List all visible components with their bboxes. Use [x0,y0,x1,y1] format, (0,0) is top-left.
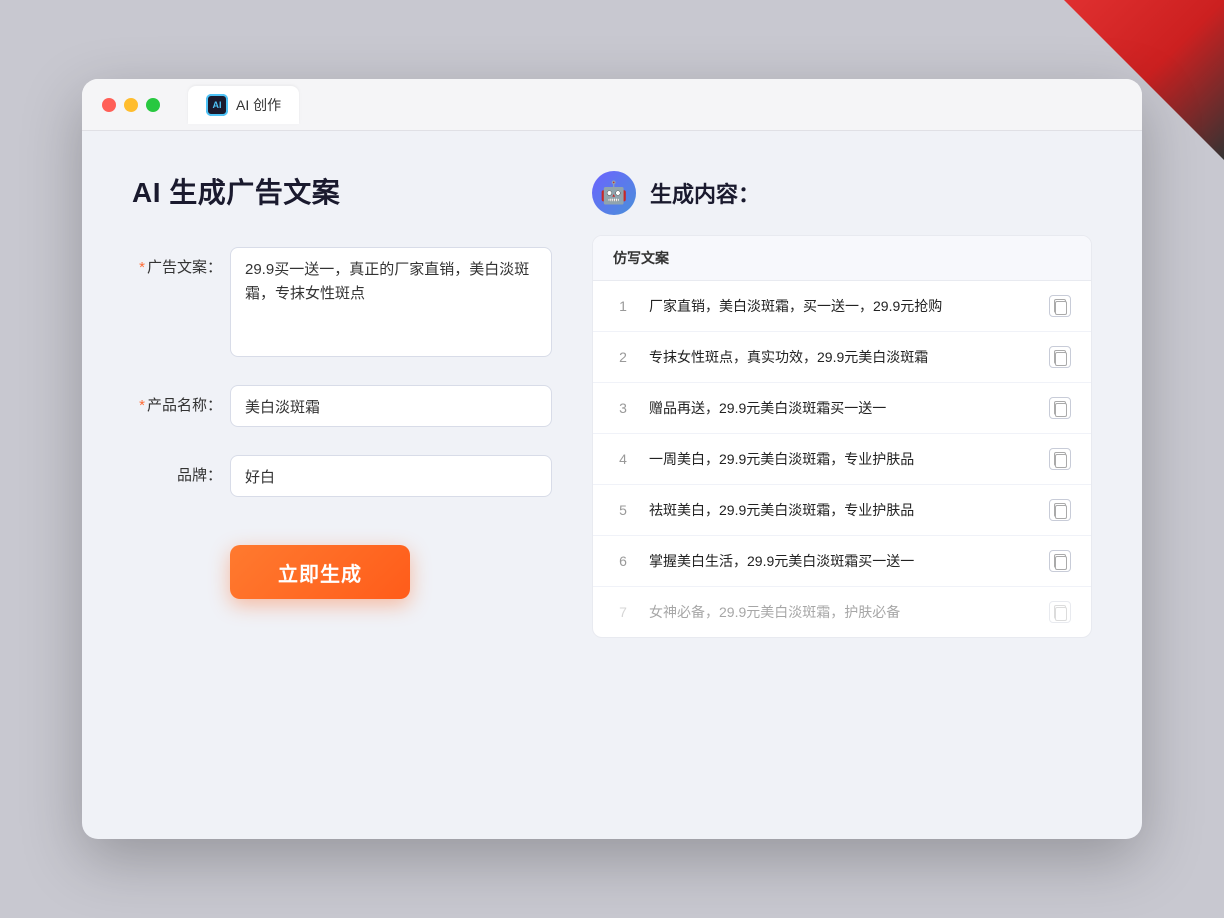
copy-button-2[interactable] [1049,346,1071,368]
maximize-button[interactable] [146,98,160,112]
result-title: 生成内容： [650,177,760,209]
copy-button-5[interactable] [1049,499,1071,521]
browser-window: AI 创作 AI 生成广告文案 *广告文案： 29.9买一送一，真正的厂家直销，… [82,79,1142,839]
ad-copy-input[interactable]: 29.9买一送一，真正的厂家直销，美白淡斑霜，专抹女性斑点 [230,247,552,357]
row-number-2: 2 [613,349,633,365]
ad-copy-group: *广告文案： 29.9买一送一，真正的厂家直销，美白淡斑霜，专抹女性斑点 [132,247,552,357]
row-number-3: 3 [613,400,633,416]
ad-copy-label: *广告文案： [132,247,222,278]
product-required-star: * [139,397,145,414]
minimize-button[interactable] [124,98,138,112]
row-text-3: 赠品再送，29.9元美白淡斑霜买一送一 [649,398,1033,419]
copy-button-1[interactable] [1049,295,1071,317]
result-row-3: 3 赠品再送，29.9元美白淡斑霜买一送一 [593,383,1091,434]
brand-input[interactable] [230,455,552,497]
row-number-4: 4 [613,451,633,467]
brand-label: 品牌： [132,455,222,486]
page-title: AI 生成广告文案 [132,171,552,211]
row-text-5: 祛斑美白，29.9元美白淡斑霜，专业护肤品 [649,500,1033,521]
brand-group: 品牌： [132,455,552,497]
result-header: 生成内容： [592,171,1092,215]
product-name-input[interactable] [230,385,552,427]
copy-button-3[interactable] [1049,397,1071,419]
left-panel: AI 生成广告文案 *广告文案： 29.9买一送一，真正的厂家直销，美白淡斑霜，… [132,171,552,799]
copy-button-4[interactable] [1049,448,1071,470]
row-text-7: 女神必备，29.9元美白淡斑霜，护肤必备 [649,602,1033,623]
ai-tab-label: AI 创作 [236,95,281,115]
result-row-2: 2 专抹女性斑点，真实功效，29.9元美白淡斑霜 [593,332,1091,383]
right-panel: 生成内容： 仿写文案 1 厂家直销，美白淡斑霜，买一送一，29.9元抢购 2 专… [592,171,1092,799]
ad-copy-required-star: * [139,259,145,276]
result-table-header: 仿写文案 [593,236,1091,281]
row-text-6: 掌握美白生活，29.9元美白淡斑霜买一送一 [649,551,1033,572]
row-number-1: 1 [613,298,633,314]
row-text-1: 厂家直销，美白淡斑霜，买一送一，29.9元抢购 [649,296,1033,317]
result-row-5: 5 祛斑美白，29.9元美白淡斑霜，专业护肤品 [593,485,1091,536]
copy-button-6[interactable] [1049,550,1071,572]
result-row-6: 6 掌握美白生活，29.9元美白淡斑霜买一送一 [593,536,1091,587]
row-number-5: 5 [613,502,633,518]
row-number-7: 7 [613,604,633,620]
robot-icon [592,171,636,215]
result-row-7: 7 女神必备，29.9元美白淡斑霜，护肤必备 [593,587,1091,637]
copy-button-7[interactable] [1049,601,1071,623]
row-text-2: 专抹女性斑点，真实功效，29.9元美白淡斑霜 [649,347,1033,368]
row-text-4: 一周美白，29.9元美白淡斑霜，专业护肤品 [649,449,1033,470]
traffic-lights [102,98,160,112]
result-row-4: 4 一周美白，29.9元美白淡斑霜，专业护肤品 [593,434,1091,485]
ai-tab-icon [206,94,228,116]
result-row-1: 1 厂家直销，美白淡斑霜，买一送一，29.9元抢购 [593,281,1091,332]
product-name-group: *产品名称： [132,385,552,427]
result-table: 仿写文案 1 厂家直销，美白淡斑霜，买一送一，29.9元抢购 2 专抹女性斑点，… [592,235,1092,638]
close-button[interactable] [102,98,116,112]
main-content: AI 生成广告文案 *广告文案： 29.9买一送一，真正的厂家直销，美白淡斑霜，… [82,131,1142,839]
row-number-6: 6 [613,553,633,569]
generate-button[interactable]: 立即生成 [230,545,410,599]
ai-tab-hex-border [206,94,228,116]
ai-tab[interactable]: AI 创作 [188,86,299,124]
title-bar: AI 创作 [82,79,1142,131]
product-name-label: *产品名称： [132,385,222,416]
